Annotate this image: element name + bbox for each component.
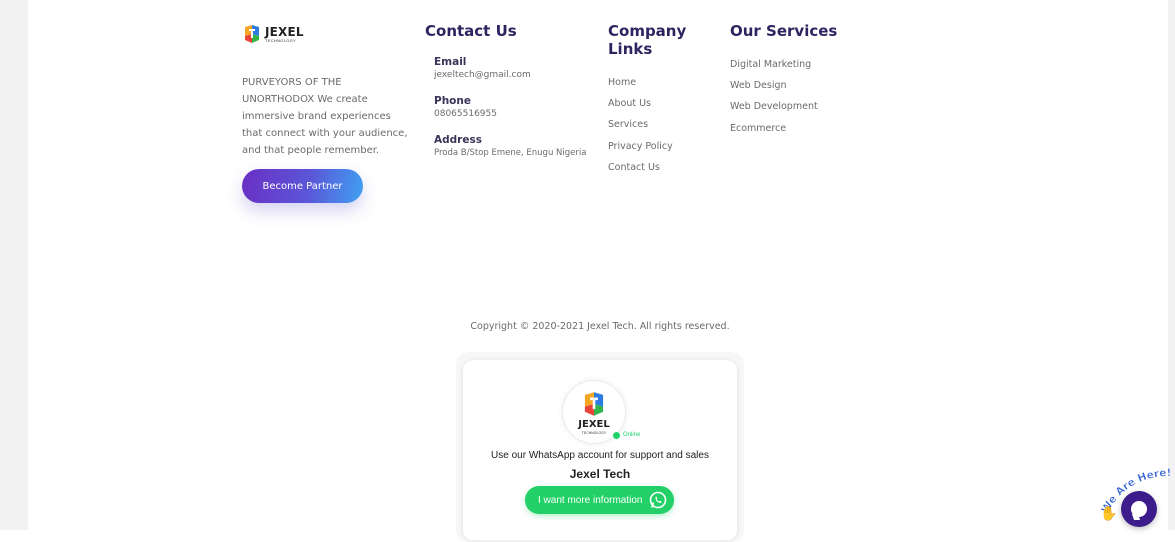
wave-hand-icon: ✋ [1100,505,1118,521]
link-services[interactable]: Services [608,119,648,130]
page-left-edge [0,0,28,530]
link-home[interactable]: Home [608,77,636,88]
copyright-text: Copyright © 2020-2021 Jexel Tech. All ri… [470,321,730,332]
link-contact-us[interactable]: Contact Us [608,162,660,173]
service-web-development[interactable]: Web Development [730,101,818,112]
services-title: Our Services [730,22,838,40]
online-status-dot [613,432,620,439]
brand-description: PURVEYORS OF THE UNORTHODOX We create im… [242,77,408,156]
contact-email: Email jexeltech@gmail.com [434,56,531,80]
online-status-text: Online [623,432,641,438]
jexel-logo-icon [245,25,259,43]
contact-title: Contact Us [425,22,517,40]
become-partner-button[interactable]: Become Partner [242,169,363,203]
link-privacy-policy[interactable]: Privacy Policy [608,141,673,152]
link-about-us[interactable]: About Us [608,98,651,109]
service-ecommerce[interactable]: Ecommerce [730,123,786,134]
service-digital-marketing[interactable]: Digital Marketing [730,59,811,70]
company-links-title: Company Links [608,22,687,58]
service-web-design[interactable]: Web Design [730,80,787,91]
whatsapp-icon [649,491,667,509]
phone-value[interactable]: 08065516955 [434,109,497,119]
email-label: Email [434,56,467,68]
logo-name: JEXEL [265,24,304,39]
logo-subtitle: TECHNOLOGY [265,37,297,43]
contact-phone: Phone 08065516955 [434,95,497,119]
whatsapp-info-button[interactable]: I want more information [525,486,674,514]
contact-address: Address Proda B/Stop Emene, Enugu Nigeri… [434,134,586,158]
whatsapp-message: Use our WhatsApp account for support and… [491,450,709,461]
avatar-name: JEXEL [578,419,610,430]
whatsapp-company-name: Jexel Tech [569,467,631,481]
footer-logo[interactable]: JEXEL TECHNOLOGY [242,24,417,44]
phone-label: Phone [434,95,471,107]
address-label: Address [434,134,482,146]
jexel-logo-icon [584,392,604,416]
chat-icon [1131,501,1147,517]
scrollbar-track[interactable] [1168,0,1175,530]
email-value[interactable]: jexeltech@gmail.com [434,70,531,80]
footer-brand: JEXEL TECHNOLOGY PURVEYORS OF THE UNORTH… [242,24,417,203]
chat-launcher-button[interactable] [1121,491,1157,527]
address-value: Proda B/Stop Emene, Enugu Nigeria [434,148,587,158]
whatsapp-button-label: I want more information [538,494,643,506]
